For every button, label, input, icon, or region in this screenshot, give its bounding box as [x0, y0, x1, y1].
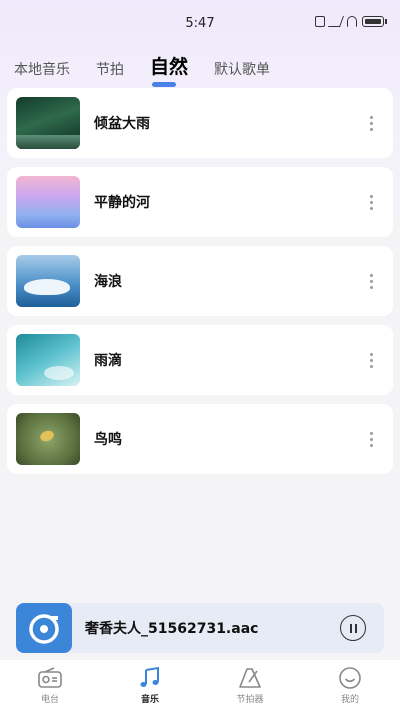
music-note-icon	[137, 666, 163, 690]
tab-local-music[interactable]: 本地音乐	[14, 59, 70, 85]
sim-icon	[315, 16, 325, 27]
track-title: 平静的河	[94, 195, 150, 211]
list-item[interactable]: 雨滴	[7, 325, 393, 395]
nav-music[interactable]: 音乐	[115, 666, 185, 705]
track-thumbnail	[16, 413, 80, 465]
list-item[interactable]: 平静的河	[7, 167, 393, 237]
wifi-icon	[347, 16, 357, 27]
more-options-icon[interactable]	[361, 269, 381, 293]
track-list: 倾盆大雨 平静的河 海浪 雨滴 鸟鸣	[7, 88, 393, 483]
track-title: 海浪	[94, 274, 122, 290]
tab-nature[interactable]: 自然	[150, 52, 188, 87]
track-thumbnail	[16, 255, 80, 307]
list-item[interactable]: 鸟鸣	[7, 404, 393, 474]
tab-beats[interactable]: 节拍	[96, 59, 124, 85]
battery-icon	[362, 16, 387, 27]
nav-label: 音乐	[140, 695, 159, 705]
nav-profile[interactable]: 我的	[315, 666, 385, 705]
list-item[interactable]: 倾盆大雨	[7, 88, 393, 158]
nav-label: 节拍器	[236, 695, 264, 705]
nav-label: 电台	[40, 695, 59, 705]
track-thumbnail	[16, 334, 80, 386]
nav-metronome[interactable]: 节拍器	[215, 666, 285, 705]
more-options-icon[interactable]	[361, 427, 381, 451]
track-thumbnail	[16, 176, 80, 228]
track-title: 倾盆大雨	[94, 116, 150, 132]
more-options-icon[interactable]	[361, 190, 381, 214]
nav-label: 我的	[340, 695, 359, 705]
metronome-icon	[237, 666, 263, 690]
signal-icon	[327, 16, 345, 27]
player-cover	[16, 603, 72, 653]
smile-face-icon	[337, 666, 363, 690]
radio-icon	[37, 666, 63, 690]
track-title: 雨滴	[94, 353, 122, 369]
status-icons	[315, 16, 387, 27]
more-options-icon[interactable]	[361, 348, 381, 372]
bottom-nav: 电台 音乐 节拍器 我的	[0, 660, 400, 711]
nav-radio[interactable]: 电台	[15, 666, 85, 705]
tab-default-playlist[interactable]: 默认歌单	[214, 59, 270, 85]
more-options-icon[interactable]	[361, 111, 381, 135]
list-item[interactable]: 海浪	[7, 246, 393, 316]
now-playing-title: 奢香夫人_51562731.aac	[85, 621, 259, 637]
active-tab-indicator	[152, 82, 176, 87]
status-bar: 5:47	[0, 0, 400, 44]
track-thumbnail	[16, 97, 80, 149]
category-tabs: 本地音乐 节拍 自然 默认歌单	[14, 52, 296, 87]
pause-button[interactable]	[340, 615, 366, 641]
track-title: 鸟鸣	[94, 432, 122, 448]
music-disc-icon	[29, 614, 59, 644]
mini-player[interactable]: 奢香夫人_51562731.aac	[16, 603, 384, 653]
